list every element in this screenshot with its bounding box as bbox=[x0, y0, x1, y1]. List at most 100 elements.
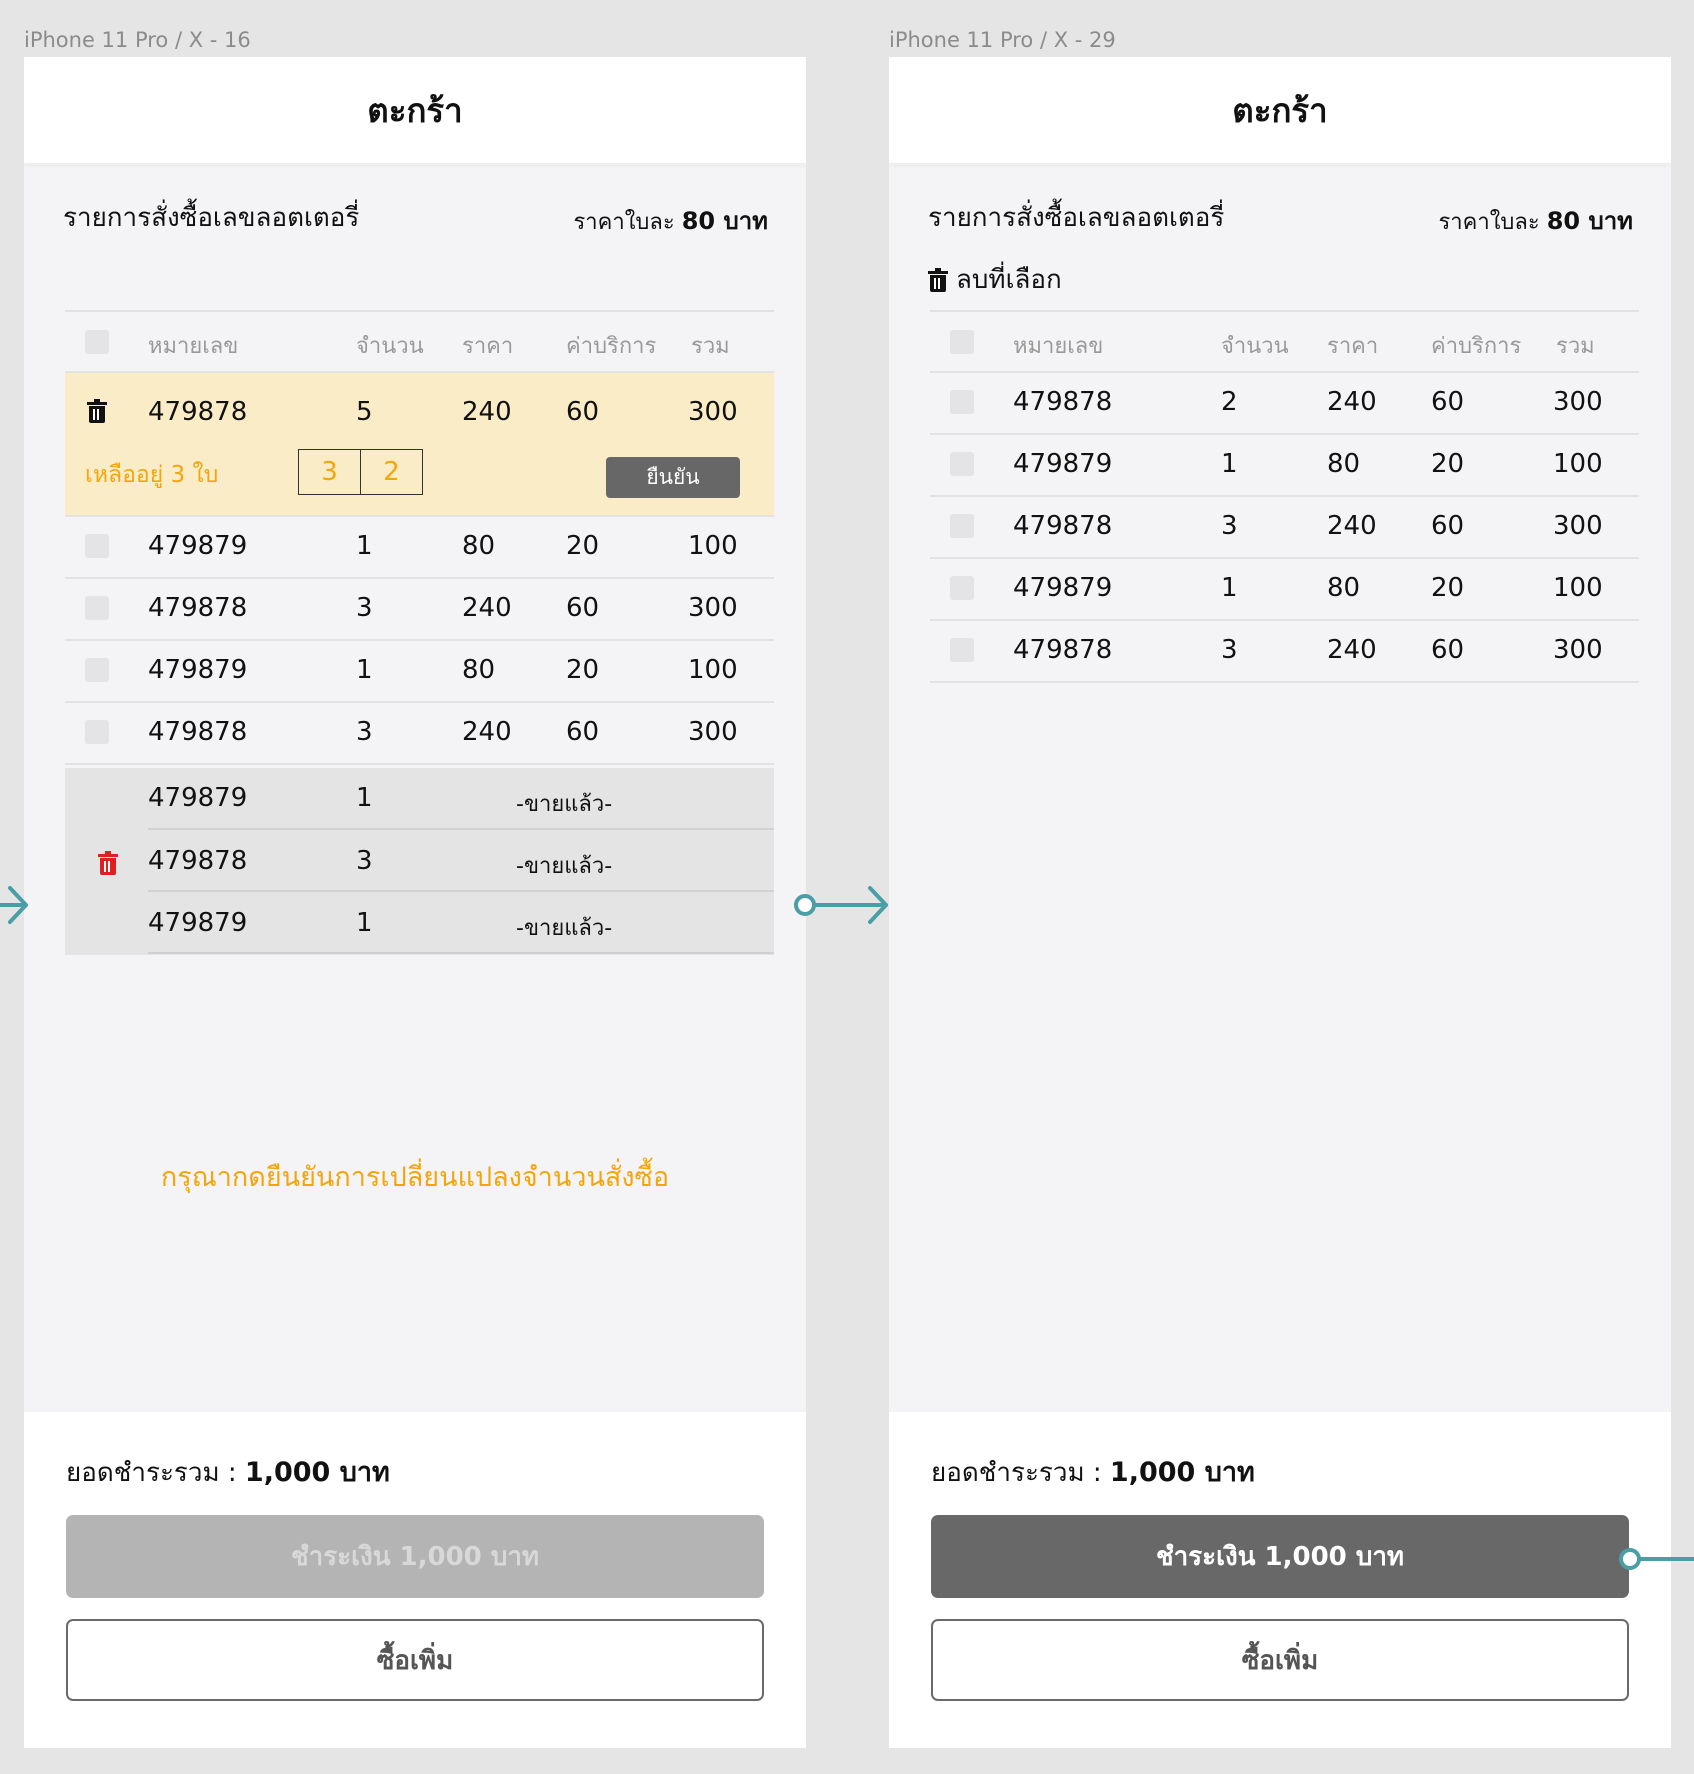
cell-price: 240 bbox=[462, 593, 512, 623]
price-note: ราคาใบละ 80 บาท bbox=[573, 201, 768, 240]
table-row[interactable]: 479879 1 80 20 100 bbox=[65, 517, 774, 579]
sold-qty: 3 bbox=[356, 846, 373, 876]
cell-price: 80 bbox=[462, 655, 496, 685]
table-row[interactable]: 479878 2 240 60 300 bbox=[930, 373, 1639, 435]
table-row[interactable]: 479878 3 240 60 300 bbox=[65, 579, 774, 641]
col-fee: ค่าบริการ bbox=[566, 334, 657, 359]
table-row[interactable]: 479878 3 240 60 300 bbox=[930, 621, 1639, 683]
price-note-prefix: ราคาใบละ bbox=[1438, 210, 1540, 235]
cell-qty: 1 bbox=[1221, 449, 1238, 479]
checkout-footer: ยอดชำระรวม : 1,000 บาท ชำระเงิน 1,000 บา… bbox=[24, 1412, 806, 1748]
buy-more-button[interactable]: ซื้อเพิ่ม bbox=[931, 1619, 1629, 1701]
trash-icon bbox=[928, 267, 948, 292]
total-label: ยอดชำระรวม : bbox=[66, 1458, 237, 1488]
cell-total: 300 bbox=[1553, 387, 1603, 417]
col-number: หมายเลข bbox=[1013, 334, 1104, 359]
cell-qty: 1 bbox=[356, 655, 373, 685]
cell-qty: 3 bbox=[1221, 511, 1238, 541]
delete-selected-button[interactable]: ลบที่เลือก bbox=[928, 259, 1062, 300]
confirm-notice: กรุณากดยืนยันการเปลี่ยนแปลงจำนวนสั่งซื้อ bbox=[160, 1162, 670, 1193]
sold-out-group: 479879 1 -ขายแล้ว- 479878 3 -ขายแล้ว- 47… bbox=[65, 768, 774, 955]
cell-fee: 60 bbox=[1431, 511, 1465, 541]
section-title: รายการสั่งซื้อเลขลอตเตอรี่ bbox=[63, 203, 360, 233]
col-price: ราคา bbox=[462, 334, 514, 359]
cell-total: 300 bbox=[688, 593, 738, 623]
page-title: ตะกร้า bbox=[1232, 90, 1328, 130]
cell-qty: 3 bbox=[356, 717, 373, 747]
cell-price: 240 bbox=[462, 717, 512, 747]
cell-qty: 3 bbox=[1221, 635, 1238, 665]
row-checkbox[interactable] bbox=[85, 658, 109, 682]
edit-row-fee: 60 bbox=[566, 397, 600, 427]
delete-sold-icon[interactable] bbox=[98, 851, 118, 875]
qty-option-2[interactable]: 2 bbox=[360, 449, 423, 495]
total-value: 1,000 บาท bbox=[244, 1457, 390, 1488]
table-row[interactable]: 479878 3 240 60 300 bbox=[65, 703, 774, 765]
qty-option-3[interactable]: 3 bbox=[298, 449, 361, 495]
total-label: ยอดชำระรวม : bbox=[931, 1458, 1102, 1488]
col-total: รวม bbox=[1556, 334, 1595, 359]
row-checkbox[interactable] bbox=[85, 596, 109, 620]
cell-price: 80 bbox=[1327, 449, 1361, 479]
table-row[interactable]: 479879 1 80 20 100 bbox=[930, 559, 1639, 621]
cell-price: 80 bbox=[462, 531, 496, 561]
select-all-checkbox[interactable] bbox=[85, 330, 109, 354]
trash-icon[interactable] bbox=[87, 399, 107, 423]
sold-number: 479878 bbox=[148, 846, 248, 876]
sold-row: 479879 1 -ขายแล้ว- bbox=[148, 892, 774, 954]
pay-button[interactable]: ชำระเงิน 1,000 บาท bbox=[931, 1515, 1629, 1598]
price-note-value: 80 บาท bbox=[681, 207, 768, 235]
cell-number: 479878 bbox=[1013, 387, 1113, 417]
table-row[interactable]: 479879 1 80 20 100 bbox=[65, 641, 774, 703]
row-checkbox[interactable] bbox=[950, 576, 974, 600]
row-checkbox[interactable] bbox=[950, 390, 974, 414]
sold-qty: 1 bbox=[356, 908, 373, 938]
frame-label-x16: iPhone 11 Pro / X - 16 bbox=[24, 28, 251, 52]
frame-label-x29: iPhone 11 Pro / X - 29 bbox=[889, 28, 1116, 52]
cell-fee: 20 bbox=[1431, 573, 1465, 603]
delete-selected-label: ลบที่เลือก bbox=[956, 265, 1062, 295]
cell-total: 300 bbox=[688, 717, 738, 747]
cell-fee: 60 bbox=[566, 593, 600, 623]
row-checkbox[interactable] bbox=[85, 534, 109, 558]
header: ตะกร้า bbox=[889, 57, 1671, 163]
cell-qty: 3 bbox=[356, 593, 373, 623]
col-qty: จำนวน bbox=[1221, 334, 1289, 359]
cell-total: 300 bbox=[1553, 511, 1603, 541]
row-checkbox[interactable] bbox=[950, 452, 974, 476]
cell-number: 479878 bbox=[148, 593, 248, 623]
col-fee: ค่าบริการ bbox=[1431, 334, 1522, 359]
row-checkbox[interactable] bbox=[950, 514, 974, 538]
cell-number: 479879 bbox=[1013, 449, 1113, 479]
table-row[interactable]: 479878 3 240 60 300 bbox=[930, 497, 1639, 559]
screen-cart-select: ตะกร้า รายการสั่งซื้อเลขลอตเตอรี่ ราคาใบ… bbox=[889, 57, 1671, 1748]
cell-price: 240 bbox=[1327, 387, 1377, 417]
cell-price: 240 bbox=[1327, 511, 1377, 541]
col-price: ราคา bbox=[1327, 334, 1379, 359]
table-row[interactable]: 479879 1 80 20 100 bbox=[930, 435, 1639, 497]
cell-total: 100 bbox=[1553, 573, 1603, 603]
grand-total: ยอดชำระรวม : 1,000 บาท bbox=[66, 1450, 390, 1493]
sold-status: -ขายแล้ว- bbox=[516, 854, 613, 879]
cell-total: 100 bbox=[688, 655, 738, 685]
checkout-footer: ยอดชำระรวม : 1,000 บาท ชำระเงิน 1,000 บา… bbox=[889, 1412, 1671, 1748]
buy-more-button[interactable]: ซื้อเพิ่ม bbox=[66, 1619, 764, 1701]
row-checkbox[interactable] bbox=[950, 638, 974, 662]
pay-button[interactable]: ชำระเงิน 1,000 บาท bbox=[66, 1515, 764, 1598]
cell-price: 80 bbox=[1327, 573, 1361, 603]
table-header: หมายเลข จำนวน ราคา ค่าบริการ รวม bbox=[65, 310, 774, 373]
cell-total: 100 bbox=[1553, 449, 1603, 479]
sold-row: 479879 1 -ขายแล้ว- bbox=[148, 768, 774, 830]
confirm-button[interactable]: ยืนยัน bbox=[606, 457, 740, 498]
remaining-text: เหลืออยู่ 3 ใบ bbox=[85, 462, 219, 488]
select-all-checkbox[interactable] bbox=[950, 330, 974, 354]
edit-row-qty: 5 bbox=[356, 397, 373, 427]
cell-number: 479878 bbox=[148, 717, 248, 747]
sold-qty: 1 bbox=[356, 783, 373, 813]
table-header: หมายเลข จำนวน ราคา ค่าบริการ รวม bbox=[930, 310, 1639, 373]
row-checkbox[interactable] bbox=[85, 720, 109, 744]
cell-qty: 1 bbox=[1221, 573, 1238, 603]
cell-total: 100 bbox=[688, 531, 738, 561]
cell-number: 479879 bbox=[148, 655, 248, 685]
cell-fee: 60 bbox=[566, 717, 600, 747]
